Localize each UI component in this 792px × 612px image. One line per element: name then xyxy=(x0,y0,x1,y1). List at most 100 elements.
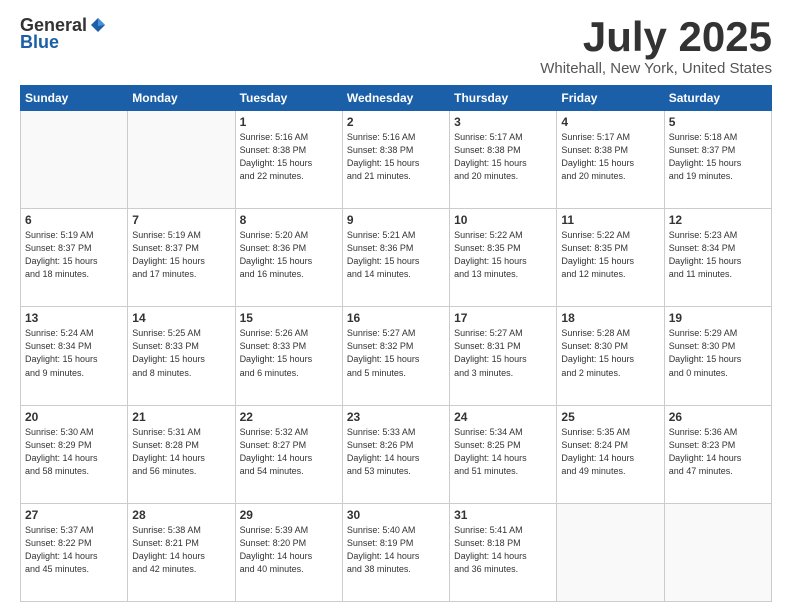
logo-icon xyxy=(89,16,107,34)
day-info: Sunrise: 5:22 AM Sunset: 8:35 PM Dayligh… xyxy=(454,229,552,281)
day-number: 6 xyxy=(25,213,123,227)
day-number: 21 xyxy=(132,410,230,424)
table-row: 13 Sunrise: 5:24 AM Sunset: 8:34 PM Dayli… xyxy=(21,307,128,405)
col-saturday: Saturday xyxy=(664,86,771,111)
day-number: 27 xyxy=(25,508,123,522)
logo: General Blue xyxy=(20,16,107,53)
day-number: 20 xyxy=(25,410,123,424)
title-block: July 2025 Whitehall, New York, United St… xyxy=(540,16,772,77)
table-row: 28Sunrise: 5:38 AM Sunset: 8:21 PM Dayli… xyxy=(128,503,235,601)
day-info: Sunrise: 5:18 AM Sunset: 8:37 PM Dayligh… xyxy=(669,131,767,183)
table-row xyxy=(557,503,664,601)
day-number: 30 xyxy=(347,508,445,522)
calendar-week-row: 6 Sunrise: 5:19 AM Sunset: 8:37 PM Daylig… xyxy=(21,209,772,307)
day-info: Sunrise: 5:19 AM Sunset: 8:37 PM Dayligh… xyxy=(25,229,123,281)
day-number: 12 xyxy=(669,213,767,227)
table-row: 21Sunrise: 5:31 AM Sunset: 8:28 PM Dayli… xyxy=(128,405,235,503)
table-row xyxy=(664,503,771,601)
table-row: 30Sunrise: 5:40 AM Sunset: 8:19 PM Dayli… xyxy=(342,503,449,601)
table-row xyxy=(128,111,235,209)
table-row: 24Sunrise: 5:34 AM Sunset: 8:25 PM Dayli… xyxy=(450,405,557,503)
table-row: 22 Sunrise: 5:32 AM Sunset: 8:27 PM Dayli… xyxy=(235,405,342,503)
table-row: 5 Sunrise: 5:18 AM Sunset: 8:37 PM Daylig… xyxy=(664,111,771,209)
table-row: 4 Sunrise: 5:17 AM Sunset: 8:38 PM Daylig… xyxy=(557,111,664,209)
day-number: 14 xyxy=(132,311,230,325)
day-info: Sunrise: 5:35 AM Sunset: 8:24 PM Dayligh… xyxy=(561,426,659,478)
day-number: 22 xyxy=(240,410,338,424)
table-row: 11 Sunrise: 5:22 AM Sunset: 8:35 PM Dayli… xyxy=(557,209,664,307)
day-info: Sunrise: 5:27 AM Sunset: 8:31 PM Dayligh… xyxy=(454,327,552,379)
table-row: 12 Sunrise: 5:23 AM Sunset: 8:34 PM Dayli… xyxy=(664,209,771,307)
day-number: 5 xyxy=(669,115,767,129)
calendar-table: Sunday Monday Tuesday Wednesday Thursday… xyxy=(20,85,772,602)
day-number: 9 xyxy=(347,213,445,227)
day-number: 8 xyxy=(240,213,338,227)
day-number: 26 xyxy=(669,410,767,424)
day-info: Sunrise: 5:26 AM Sunset: 8:33 PM Dayligh… xyxy=(240,327,338,379)
day-info: Sunrise: 5:34 AM Sunset: 8:25 PM Dayligh… xyxy=(454,426,552,478)
page: General Blue July 2025 Whitehall, New Yo… xyxy=(0,0,792,612)
calendar-header-row: Sunday Monday Tuesday Wednesday Thursday… xyxy=(21,86,772,111)
day-info: Sunrise: 5:20 AM Sunset: 8:36 PM Dayligh… xyxy=(240,229,338,281)
day-info: Sunrise: 5:17 AM Sunset: 8:38 PM Dayligh… xyxy=(561,131,659,183)
day-number: 11 xyxy=(561,213,659,227)
day-number: 28 xyxy=(132,508,230,522)
table-row: 10 Sunrise: 5:22 AM Sunset: 8:35 PM Dayli… xyxy=(450,209,557,307)
day-info: Sunrise: 5:21 AM Sunset: 8:36 PM Dayligh… xyxy=(347,229,445,281)
table-row: 16 Sunrise: 5:27 AM Sunset: 8:32 PM Dayli… xyxy=(342,307,449,405)
day-number: 10 xyxy=(454,213,552,227)
calendar-week-row: 20 Sunrise: 5:30 AM Sunset: 8:29 PM Dayli… xyxy=(21,405,772,503)
calendar-week-row: 1Sunrise: 5:16 AM Sunset: 8:38 PM Daylig… xyxy=(21,111,772,209)
day-info: Sunrise: 5:23 AM Sunset: 8:34 PM Dayligh… xyxy=(669,229,767,281)
day-info: Sunrise: 5:41 AM Sunset: 8:18 PM Dayligh… xyxy=(454,524,552,576)
day-info: Sunrise: 5:30 AM Sunset: 8:29 PM Dayligh… xyxy=(25,426,123,478)
calendar-week-row: 27 Sunrise: 5:37 AM Sunset: 8:22 PM Dayli… xyxy=(21,503,772,601)
table-row: 15 Sunrise: 5:26 AM Sunset: 8:33 PM Dayli… xyxy=(235,307,342,405)
day-number: 13 xyxy=(25,311,123,325)
table-row: 17 Sunrise: 5:27 AM Sunset: 8:31 PM Dayli… xyxy=(450,307,557,405)
col-tuesday: Tuesday xyxy=(235,86,342,111)
col-friday: Friday xyxy=(557,86,664,111)
day-number: 3 xyxy=(454,115,552,129)
table-row: 19Sunrise: 5:29 AM Sunset: 8:30 PM Dayli… xyxy=(664,307,771,405)
main-title: July 2025 xyxy=(540,16,772,58)
day-number: 31 xyxy=(454,508,552,522)
day-number: 1 xyxy=(240,115,338,129)
header: General Blue July 2025 Whitehall, New Yo… xyxy=(20,16,772,77)
day-number: 2 xyxy=(347,115,445,129)
day-number: 17 xyxy=(454,311,552,325)
col-monday: Monday xyxy=(128,86,235,111)
table-row: 3 Sunrise: 5:17 AM Sunset: 8:38 PM Daylig… xyxy=(450,111,557,209)
table-row: 25 Sunrise: 5:35 AM Sunset: 8:24 PM Dayli… xyxy=(557,405,664,503)
day-info: Sunrise: 5:39 AM Sunset: 8:20 PM Dayligh… xyxy=(240,524,338,576)
day-number: 18 xyxy=(561,311,659,325)
calendar-week-row: 13 Sunrise: 5:24 AM Sunset: 8:34 PM Dayli… xyxy=(21,307,772,405)
day-info: Sunrise: 5:19 AM Sunset: 8:37 PM Dayligh… xyxy=(132,229,230,281)
day-info: Sunrise: 5:29 AM Sunset: 8:30 PM Dayligh… xyxy=(669,327,767,379)
day-number: 15 xyxy=(240,311,338,325)
col-thursday: Thursday xyxy=(450,86,557,111)
day-info: Sunrise: 5:24 AM Sunset: 8:34 PM Dayligh… xyxy=(25,327,123,379)
day-number: 25 xyxy=(561,410,659,424)
day-info: Sunrise: 5:22 AM Sunset: 8:35 PM Dayligh… xyxy=(561,229,659,281)
subtitle: Whitehall, New York, United States xyxy=(540,60,772,77)
day-number: 4 xyxy=(561,115,659,129)
col-sunday: Sunday xyxy=(21,86,128,111)
day-number: 7 xyxy=(132,213,230,227)
day-info: Sunrise: 5:27 AM Sunset: 8:32 PM Dayligh… xyxy=(347,327,445,379)
logo-blue: Blue xyxy=(20,32,59,52)
table-row: 31 Sunrise: 5:41 AM Sunset: 8:18 PM Dayli… xyxy=(450,503,557,601)
day-info: Sunrise: 5:32 AM Sunset: 8:27 PM Dayligh… xyxy=(240,426,338,478)
day-info: Sunrise: 5:33 AM Sunset: 8:26 PM Dayligh… xyxy=(347,426,445,478)
table-row: 14Sunrise: 5:25 AM Sunset: 8:33 PM Dayli… xyxy=(128,307,235,405)
table-row: 26Sunrise: 5:36 AM Sunset: 8:23 PM Dayli… xyxy=(664,405,771,503)
day-info: Sunrise: 5:28 AM Sunset: 8:30 PM Dayligh… xyxy=(561,327,659,379)
table-row: 7 Sunrise: 5:19 AM Sunset: 8:37 PM Daylig… xyxy=(128,209,235,307)
day-info: Sunrise: 5:37 AM Sunset: 8:22 PM Dayligh… xyxy=(25,524,123,576)
day-number: 16 xyxy=(347,311,445,325)
day-number: 23 xyxy=(347,410,445,424)
day-info: Sunrise: 5:17 AM Sunset: 8:38 PM Dayligh… xyxy=(454,131,552,183)
table-row: 29 Sunrise: 5:39 AM Sunset: 8:20 PM Dayli… xyxy=(235,503,342,601)
table-row: 18 Sunrise: 5:28 AM Sunset: 8:30 PM Dayli… xyxy=(557,307,664,405)
day-number: 29 xyxy=(240,508,338,522)
